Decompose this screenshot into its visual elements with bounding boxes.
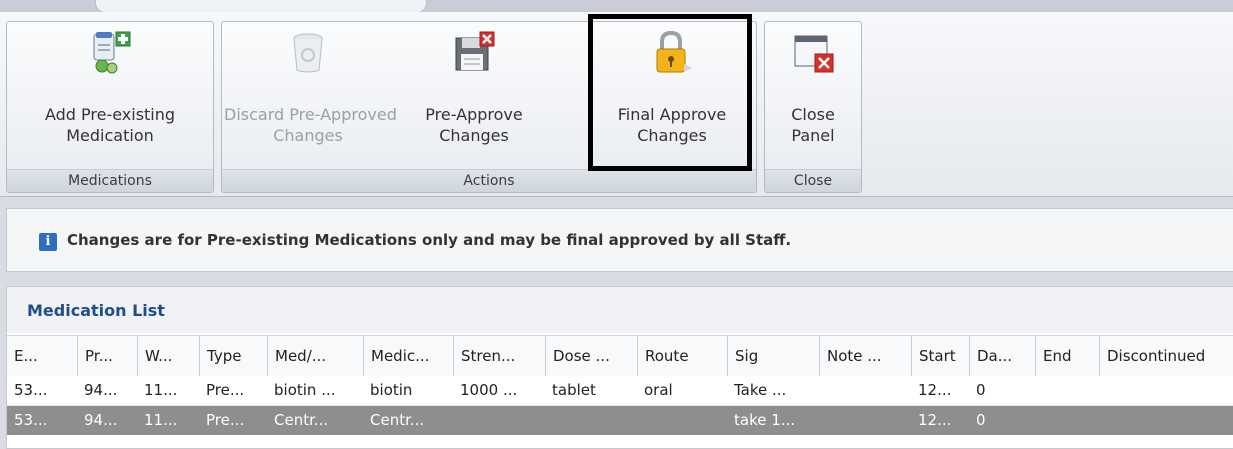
info-message: Changes are for Pre-existing Medications… bbox=[67, 231, 792, 249]
table-cell: tablet bbox=[552, 381, 596, 399]
medication-list-header: Medication List bbox=[7, 287, 1233, 333]
table-cell bbox=[545, 406, 637, 435]
medication-list-panel: Medication List E... Pr... W... Type Med… bbox=[6, 286, 1233, 449]
table-cell: Centr... bbox=[370, 411, 425, 429]
trash-can-icon bbox=[286, 30, 330, 74]
pre-approve-changes-button[interactable]: Pre-Approve Changes bbox=[414, 24, 534, 164]
column-header[interactable]: Med/... bbox=[267, 336, 363, 376]
group-medications: Add Pre-existing Medication Medications bbox=[6, 21, 214, 193]
table-cell bbox=[637, 406, 727, 435]
ribbon: Add Pre-existing Medication Medications … bbox=[0, 12, 1233, 197]
column-header[interactable]: Route bbox=[637, 336, 727, 376]
table-cell: 11... bbox=[144, 381, 178, 399]
table-cell: take 1... bbox=[734, 411, 796, 429]
column-header[interactable]: Sig bbox=[727, 336, 819, 376]
table-cell bbox=[1035, 406, 1099, 435]
table-cell: Centr... bbox=[274, 411, 329, 429]
group-close: Close Panel Close bbox=[764, 21, 862, 193]
column-header[interactable]: E... bbox=[7, 336, 77, 376]
pre-approve-label-line2: Changes bbox=[439, 126, 509, 145]
table-cell: 53... bbox=[14, 411, 48, 429]
table-cell bbox=[819, 376, 911, 405]
table-cell: 12... bbox=[918, 411, 952, 429]
table-row[interactable]: 53... 94... 11... Pre... biotin ... biot… bbox=[7, 376, 1233, 406]
table-cell: 94... bbox=[84, 411, 118, 429]
close-panel-button[interactable]: Close Panel bbox=[765, 24, 861, 164]
table-cell: oral bbox=[644, 381, 673, 399]
column-header[interactable]: Pr... bbox=[77, 336, 137, 376]
table-cell: Pre... bbox=[206, 381, 245, 399]
column-header[interactable]: Stren... bbox=[453, 336, 545, 376]
table-cell: Pre... bbox=[206, 411, 245, 429]
column-header[interactable]: Type bbox=[199, 336, 267, 376]
column-header[interactable]: Da... bbox=[969, 336, 1035, 376]
padlock-icon bbox=[650, 30, 694, 74]
pre-approve-label-line1: Pre-Approve bbox=[425, 105, 523, 124]
discard-label-line2: Changes bbox=[273, 126, 343, 145]
column-header[interactable]: Start bbox=[911, 336, 969, 376]
table-cell: 0 bbox=[976, 381, 986, 399]
table-cell bbox=[453, 406, 545, 435]
table-cell: 1000 ... bbox=[460, 381, 518, 399]
table-cell bbox=[1099, 406, 1233, 435]
table-cell: 53... bbox=[14, 381, 48, 399]
table-cell bbox=[1099, 376, 1233, 405]
close-panel-label-line2: Panel bbox=[791, 126, 835, 145]
save-cancel-icon bbox=[452, 30, 496, 74]
add-pre-existing-label-line1: Add Pre-existing bbox=[44, 105, 176, 124]
column-header[interactable]: End bbox=[1035, 336, 1099, 376]
close-window-icon bbox=[791, 30, 835, 74]
column-header[interactable]: Medic... bbox=[363, 336, 453, 376]
group-caption-actions: Actions bbox=[222, 169, 756, 192]
medication-list-title: Medication List bbox=[27, 301, 165, 320]
table-cell: 94... bbox=[84, 381, 118, 399]
table-cell: Take ... bbox=[734, 381, 787, 399]
final-approve-label-line2: Changes bbox=[637, 126, 707, 145]
final-approve-label-line1: Final Approve bbox=[617, 105, 727, 124]
discard-pre-approved-changes-button[interactable]: Discard Pre-Approved Changes bbox=[224, 24, 397, 164]
table-row-selected[interactable]: 53... 94... 11... Pre... Centr... Centr.… bbox=[7, 406, 1233, 435]
group-actions: Discard Pre-Approved Changes Pre-Approve… bbox=[221, 21, 757, 193]
add-medication-icon bbox=[88, 30, 132, 74]
info-bar: i Changes are for Pre-existing Medicatio… bbox=[6, 208, 1233, 272]
table-cell: 0 bbox=[976, 411, 986, 429]
column-header[interactable]: Discontinued bbox=[1099, 336, 1233, 376]
table-cell: 12... bbox=[918, 381, 952, 399]
column-header[interactable]: Dose ... bbox=[545, 336, 637, 376]
add-pre-existing-label-line2: Medication bbox=[66, 126, 154, 145]
close-panel-label-line1: Close bbox=[791, 105, 835, 124]
table-header: E... Pr... W... Type Med/... Medic... St… bbox=[7, 335, 1233, 377]
table-cell: biotin ... bbox=[274, 381, 336, 399]
table-cell: 11... bbox=[144, 411, 178, 429]
column-header[interactable]: Note ... bbox=[819, 336, 911, 376]
table-cell bbox=[819, 406, 911, 435]
add-pre-existing-medication-button[interactable]: Add Pre-existing Medication bbox=[7, 24, 213, 164]
table-cell: biotin bbox=[370, 381, 413, 399]
table-cell bbox=[1035, 376, 1099, 405]
group-caption-medications: Medications bbox=[7, 169, 213, 192]
info-icon: i bbox=[39, 233, 57, 251]
discard-label-line1: Discard Pre-Approved bbox=[224, 105, 397, 124]
column-header[interactable]: W... bbox=[137, 336, 199, 376]
final-approve-changes-button[interactable]: Final Approve Changes bbox=[594, 24, 750, 164]
group-caption-close: Close bbox=[765, 169, 861, 192]
